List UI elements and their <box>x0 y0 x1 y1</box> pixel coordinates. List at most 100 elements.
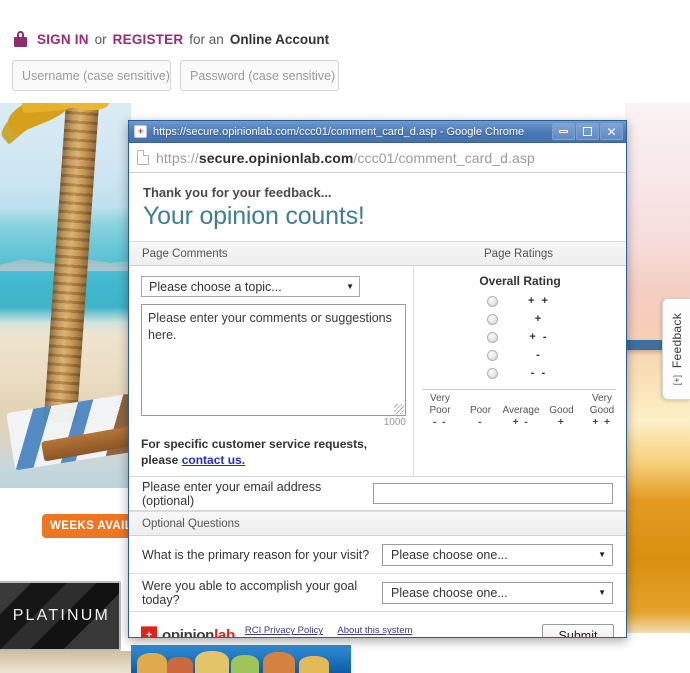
legend-symbol-1: - <box>478 417 483 428</box>
question-row-0: What is the primary reason for your visi… <box>129 536 626 575</box>
username-input[interactable]: Username (case sensitive) <box>12 60 171 91</box>
window-controls: ✕ <box>552 123 623 140</box>
rating-option-row[interactable]: - - <box>414 364 626 382</box>
opinionlab-plus-icon: + <box>134 125 147 138</box>
rating-symbol-2: + - <box>529 331 549 343</box>
url-path: /ccc01/comment_card_d.asp <box>353 149 535 166</box>
comments-textarea[interactable]: Please enter your comments or suggestion… <box>141 304 406 416</box>
legend-symbol-4: + + <box>592 417 612 428</box>
chevron-down-icon: ▼ <box>598 588 606 598</box>
comments-textarea-placeholder: Please enter your comments or suggestion… <box>148 311 392 342</box>
coral-reef-photo <box>131 645 351 673</box>
platinum-card-label: PLATINUM <box>12 607 110 624</box>
rating-radio-4[interactable] <box>487 367 498 379</box>
rating-radio-2[interactable] <box>487 331 498 343</box>
opinionlab-logo: + opinionlab <box>141 626 235 637</box>
address-bar[interactable]: https://secure.opinionlab.com/ccc01/comm… <box>129 143 626 173</box>
submit-button[interactable]: Submit <box>542 624 614 637</box>
chevron-down-icon: ▼ <box>598 550 606 560</box>
feedback-tab[interactable]: Feedback [+] <box>662 298 690 400</box>
minimize-icon[interactable] <box>552 123 575 140</box>
logo-word-lab: lab <box>214 627 235 637</box>
page-bottom-whitespace <box>351 637 625 673</box>
platinum-card-banner[interactable]: PLATINUM <box>0 581 121 651</box>
page-root: SIGN IN or REGISTER for an Online Accoun… <box>0 0 690 673</box>
section-label-page-ratings: Page Ratings <box>484 247 554 260</box>
privacy-policy-link[interactable]: RCI Privacy Policy <box>245 625 323 636</box>
section-label-optional-questions: Optional Questions <box>142 517 240 530</box>
signin-account-type: Online Account <box>229 31 330 47</box>
rating-radio-3[interactable] <box>487 349 498 361</box>
legend-item-good: Good + <box>542 393 582 429</box>
email-field[interactable] <box>373 483 613 505</box>
legend-item-average: Average + - <box>501 393 541 429</box>
question-label-1: Were you able to accomplish your goal to… <box>142 578 358 607</box>
opinionlab-badge-icon: + <box>141 626 157 637</box>
question-select-value-1: Please choose one... <box>391 585 508 600</box>
right-top-whitespace <box>625 0 690 103</box>
chevron-down-icon: ▼ <box>346 282 354 291</box>
rating-option-row[interactable]: + - <box>414 328 626 346</box>
legend-symbol-2: + - <box>512 417 530 428</box>
rating-option-row[interactable]: + + <box>414 292 626 310</box>
beach-photo <box>0 103 131 488</box>
topic-select-value: Please choose a topic... <box>149 279 282 294</box>
weeks-available-badge[interactable]: WEEKS AVAIL <box>42 514 131 538</box>
comment-card-content: Thank you for your feedback... Your opin… <box>129 173 626 637</box>
rating-radio-0[interactable] <box>487 295 498 307</box>
legend-line1-0: Very <box>429 393 450 404</box>
contact-us-link[interactable]: contact us. <box>182 452 245 468</box>
email-label: Please enter your email address (optiona… <box>142 479 322 508</box>
page-title: Your opinion counts! <box>143 202 365 230</box>
browser-window: + https://secure.opinionlab.com/ccc01/co… <box>128 120 627 638</box>
question-select-1[interactable]: Please choose one... ▼ <box>382 581 613 604</box>
signin-bar: SIGN IN or REGISTER for an Online Accoun… <box>0 0 690 103</box>
register-link[interactable]: REGISTER <box>113 32 184 47</box>
feedback-tab-label: Feedback <box>669 312 684 368</box>
thank-you-text: Thank you for your feedback... <box>143 185 332 200</box>
question-select-value-0: Please choose one... <box>391 547 508 562</box>
legend-item-very-poor: Very Poor - - <box>420 393 460 429</box>
question-row-1: Were you able to accomplish your goal to… <box>129 574 626 613</box>
rating-options-list: + + + + - - - - <box>414 292 626 382</box>
opinionlab-wordmark: opinionlab <box>162 627 235 637</box>
signin-fields: Username (case sensitive) Password (case… <box>12 60 339 91</box>
question-select-0[interactable]: Please choose one... ▼ <box>382 543 613 566</box>
url-domain: secure.opinionlab.com <box>198 149 354 166</box>
rating-legend: Very Poor - - Poor - Average + - Good + … <box>414 390 626 429</box>
topic-select[interactable]: Please choose a topic... ▼ <box>141 276 360 297</box>
address-bar-url: https://secure.opinionlab.com/ccc01/comm… <box>156 150 535 166</box>
signin-or-text: or <box>94 31 107 47</box>
close-icon[interactable]: ✕ <box>600 123 623 140</box>
character-counter: 1000 <box>383 417 406 428</box>
rating-radio-1[interactable] <box>487 313 498 325</box>
feedback-tab-plus-icon: [+] <box>671 374 682 386</box>
sign-in-link[interactable]: SIGN IN <box>37 32 89 47</box>
legend-line2-1: Poor <box>469 404 492 416</box>
email-row: Please enter your email address (optiona… <box>129 477 626 512</box>
legend-symbol-3: + <box>557 417 566 428</box>
window-title: https://secure.opinionlab.com/ccc01/comm… <box>153 125 525 138</box>
footer-links: RCI Privacy Policy About this system © O… <box>245 620 532 637</box>
password-input[interactable]: Password (case sensitive) <box>180 60 339 91</box>
lock-icon <box>14 31 27 47</box>
legend-line2-3: Good <box>549 404 574 416</box>
rating-option-row[interactable]: + <box>414 310 626 328</box>
sand-strip <box>0 651 131 673</box>
rating-option-row[interactable]: - <box>414 346 626 364</box>
comments-column: Please choose a topic... ▼ Please enter … <box>129 266 414 477</box>
right-bottom-whitespace <box>625 633 690 673</box>
section-header-bar: Page Comments Page Ratings <box>129 241 626 266</box>
section-label-page-comments: Page Comments <box>142 247 228 260</box>
page-document-icon <box>137 150 149 165</box>
legend-item-very-good: Very Good + + <box>582 393 622 429</box>
maximize-icon[interactable] <box>576 123 599 140</box>
ratings-column: Overall Rating + + + + - - - - Very Poor… <box>414 266 626 476</box>
window-title-bar[interactable]: + https://secure.opinionlab.com/ccc01/co… <box>129 121 626 143</box>
rating-symbol-3: - <box>536 349 542 361</box>
signin-prompt: SIGN IN or REGISTER for an Online Accoun… <box>14 31 329 47</box>
resize-handle[interactable] <box>394 404 404 414</box>
about-system-link[interactable]: About this system <box>337 625 412 636</box>
left-promo-artwork: WEEKS AVAIL PLATINUM <box>0 103 131 673</box>
card-header: Thank you for your feedback... Your opin… <box>129 173 626 241</box>
